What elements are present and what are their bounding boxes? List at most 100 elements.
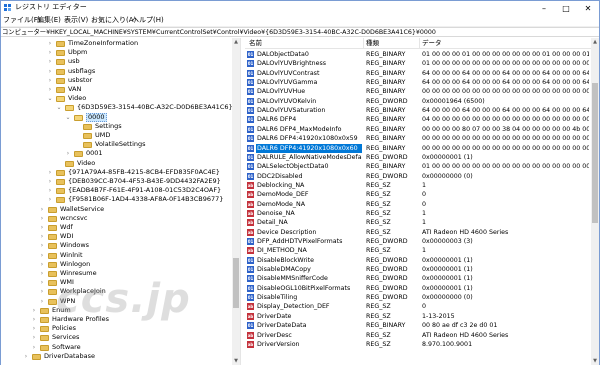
- registry-value-row[interactable]: ab DI_METHOD_NA REG_SZ 1: [245, 246, 599, 255]
- tree-node[interactable]: › {F9581B06F-1AD4-4338-AF8A-0F14B3CB9677}: [1, 195, 232, 204]
- tree-expander-chevron-icon[interactable]: ›: [46, 85, 54, 94]
- menu-help[interactable]: ヘルプ(H): [132, 16, 164, 25]
- scroll-down-arrow-icon[interactable]: ▼: [591, 357, 599, 365]
- list-scrollbar[interactable]: ▲ ▼: [591, 38, 599, 365]
- tree-scrollbar[interactable]: ▲ ▼: [232, 38, 240, 365]
- menu-file[interactable]: ファイル(F): [3, 16, 41, 25]
- registry-value-row[interactable]: 01 DriverDateData REG_BINARY 00 80 ae df c3…: [245, 321, 599, 330]
- tree-expander-chevron-icon[interactable]: ›: [38, 260, 46, 269]
- tree-expander-chevron-icon[interactable]: ›: [30, 343, 38, 352]
- tree-expander-chevron-icon[interactable]: [73, 140, 81, 149]
- tree-node[interactable]: › usbstor: [1, 76, 232, 85]
- registry-value-row[interactable]: ab Deblocking_NA REG_SZ 1: [245, 181, 599, 190]
- registry-value-row[interactable]: 01 DALOvlYUVGamma REG_BINARY 64 00 00 00 64…: [245, 78, 599, 87]
- tree-node[interactable]: UMD: [1, 131, 232, 140]
- registry-value-row[interactable]: 01 DALR6 DFP4:41920x1080x0x59 REG_BINARY 00…: [245, 134, 599, 143]
- registry-value-row[interactable]: 01 DisableMMSnifferCode REG_DWORD 0x0000000…: [245, 274, 599, 283]
- tree-expander-chevron-icon[interactable]: ⌄: [55, 103, 63, 112]
- registry-value-row[interactable]: 01 DisableTiling REG_DWORD 0x00000000 (0): [245, 293, 599, 302]
- registry-value-row[interactable]: ab Display_Detection_DEF REG_SZ 0: [245, 302, 599, 311]
- menu-view[interactable]: 表示(V): [64, 16, 88, 25]
- tree-node[interactable]: › {DEB039CC-B704-4F53-B43E-9DD4432FA2E9}: [1, 177, 232, 186]
- registry-value-row[interactable]: 01 DALR6 DFP4:41920x1080x0x60 REG_BINARY 00…: [245, 143, 599, 153]
- tree-node[interactable]: › Policies: [1, 324, 232, 333]
- minimize-button[interactable]: –: [533, 1, 555, 15]
- tree-node[interactable]: › {971A79A4-85FB-4215-8CB4-EFD835F0AC4E}: [1, 168, 232, 177]
- tree-node[interactable]: › WDI: [1, 232, 232, 241]
- tree-node[interactable]: › Ubpm: [1, 48, 232, 57]
- tree-node[interactable]: Video: [1, 159, 232, 168]
- tree-expander-chevron-icon[interactable]: ›: [38, 223, 46, 232]
- registry-value-row[interactable]: 01 DisableOGL10BitPixelFormats REG_DWORD 0x…: [245, 284, 599, 293]
- registry-value-row[interactable]: 01 DDC2Disabled REG_DWORD 0x00000000 (0): [245, 172, 599, 181]
- tree-expander-chevron-icon[interactable]: ›: [38, 241, 46, 250]
- registry-value-row[interactable]: 01 DALR6 DFP4_MaxModeInfo REG_BINARY 00 00 …: [245, 125, 599, 134]
- tree-node[interactable]: VolatileSettings: [1, 140, 232, 149]
- tree-node[interactable]: › Wdf: [1, 223, 232, 232]
- tree-expander-chevron-icon[interactable]: [73, 131, 81, 140]
- tree-node[interactable]: Settings: [1, 122, 232, 131]
- list-scroll-thumb[interactable]: [592, 83, 598, 223]
- tree-expander-chevron-icon[interactable]: ⌄: [46, 94, 54, 103]
- address-bar[interactable]: コンピューター¥HKEY_LOCAL_MACHINE¥SYSTEM¥Curren…: [1, 27, 599, 37]
- column-header-type[interactable]: 種類: [366, 39, 379, 48]
- column-divider[interactable]: [363, 38, 364, 49]
- tree-scroll-thumb[interactable]: [233, 258, 239, 308]
- tree-expander-chevron-icon[interactable]: ›: [38, 232, 46, 241]
- tree-expander-chevron-icon[interactable]: ›: [46, 48, 54, 57]
- registry-value-row[interactable]: ab DriverDate REG_SZ 1-13-2015: [245, 312, 599, 321]
- registry-value-row[interactable]: 01 DisableDMACopy REG_DWORD 0x00000001 (1): [245, 265, 599, 274]
- registry-value-row[interactable]: ab DriverDesc REG_SZ ATI Radeon HD 4600 Ser…: [245, 331, 599, 340]
- tree-node[interactable]: › Winlogon: [1, 260, 232, 269]
- tree-expander-chevron-icon[interactable]: ›: [38, 297, 46, 306]
- registry-value-row[interactable]: 01 DALOvlYUVOKelvin REG_DWORD 0x00001964 (6…: [245, 97, 599, 106]
- tree-expander-chevron-icon[interactable]: ›: [38, 269, 46, 278]
- address-path[interactable]: コンピューター¥HKEY_LOCAL_MACHINE¥SYSTEM¥Curren…: [2, 28, 436, 37]
- tree-expander-chevron-icon[interactable]: ›: [38, 205, 46, 214]
- tree-expander-chevron-icon[interactable]: ›: [22, 352, 30, 361]
- tree-expander-chevron-icon[interactable]: ›: [64, 149, 72, 158]
- tree-node[interactable]: › WalletService: [1, 205, 232, 214]
- registry-value-row[interactable]: 01 DALRULE_AllowNativeModesDefa... REG_DWO…: [245, 153, 599, 162]
- tree-expander-chevron-icon[interactable]: ›: [38, 287, 46, 296]
- tree-node[interactable]: ⌄ {6D3D59E3-3154-40BC-A32C-D0D6BE3A41C6}: [1, 103, 233, 112]
- registry-value-row[interactable]: ab Device Description REG_SZ ATI Radeon HD …: [245, 228, 599, 237]
- tree-expander-chevron-icon[interactable]: ›: [46, 195, 54, 204]
- tree-expander-chevron-icon[interactable]: ›: [30, 315, 38, 324]
- tree-expander-chevron-icon[interactable]: ›: [46, 57, 54, 66]
- tree-node[interactable]: › usb: [1, 57, 232, 66]
- tree-node[interactable]: › VAN: [1, 85, 232, 94]
- tree-expander-chevron-icon[interactable]: ›: [46, 76, 54, 85]
- scroll-up-arrow-icon[interactable]: ▲: [232, 38, 240, 46]
- registry-value-row[interactable]: 01 DALOvlYUVContrast REG_BINARY 64 00 00 00…: [245, 69, 599, 78]
- tree-expander-chevron-icon[interactable]: ›: [30, 306, 38, 315]
- tree-expander-chevron-icon[interactable]: ›: [46, 168, 54, 177]
- tree-node[interactable]: ⌄ 0000: [1, 112, 232, 122]
- registry-value-row[interactable]: ab Denoise_NA REG_SZ 1: [245, 209, 599, 218]
- menu-edit[interactable]: 編集(E): [37, 16, 61, 25]
- registry-value-row[interactable]: 01 DFP_AddHDTVPixelFormats REG_DWORD 0x0000…: [245, 237, 599, 246]
- tree-node[interactable]: › DriverDatabase: [1, 352, 232, 361]
- tree-node[interactable]: › Software: [1, 343, 232, 352]
- tree-node[interactable]: › {EADB4B7F-F61E-4F91-A108-01C53D2C4OAF}: [1, 186, 232, 195]
- tree-node[interactable]: › Winlnit: [1, 251, 232, 260]
- column-header-data[interactable]: データ: [422, 39, 442, 48]
- tree-expander-chevron-icon[interactable]: ›: [46, 177, 54, 186]
- registry-value-row[interactable]: 01 DALSelectObjectData0 REG_BINARY 01 00 00…: [245, 162, 599, 171]
- maximize-button[interactable]: □: [555, 1, 577, 15]
- tree-expander-chevron-icon[interactable]: ›: [46, 186, 54, 195]
- tree-node[interactable]: › Services: [1, 333, 232, 342]
- tree-node[interactable]: › Windows: [1, 241, 232, 250]
- registry-value-row[interactable]: ab DemoMode_NA REG_SZ 0: [245, 200, 599, 209]
- registry-value-row[interactable]: 01 DALOvlYUVHue REG_BINARY 00 00 00 00 00 0…: [245, 87, 599, 96]
- tree-expander-chevron-icon[interactable]: [55, 159, 63, 168]
- title-bar[interactable]: レジストリ エディター – □ ✕: [1, 1, 599, 15]
- tree-expander-chevron-icon[interactable]: ›: [38, 214, 46, 223]
- tree-expander-chevron-icon[interactable]: ›: [46, 39, 54, 48]
- tree-expander-chevron-icon[interactable]: ›: [46, 67, 54, 76]
- registry-value-list[interactable]: 名前 種類 データ 01 DALObjectData0 REG_BINARY 01 0…: [245, 38, 599, 365]
- tree-node[interactable]: › 0001: [1, 149, 232, 158]
- scroll-up-arrow-icon[interactable]: ▲: [591, 38, 599, 46]
- tree-expander-chevron-icon[interactable]: ›: [30, 333, 38, 342]
- tree-expander-chevron-icon[interactable]: ⌄: [64, 113, 72, 122]
